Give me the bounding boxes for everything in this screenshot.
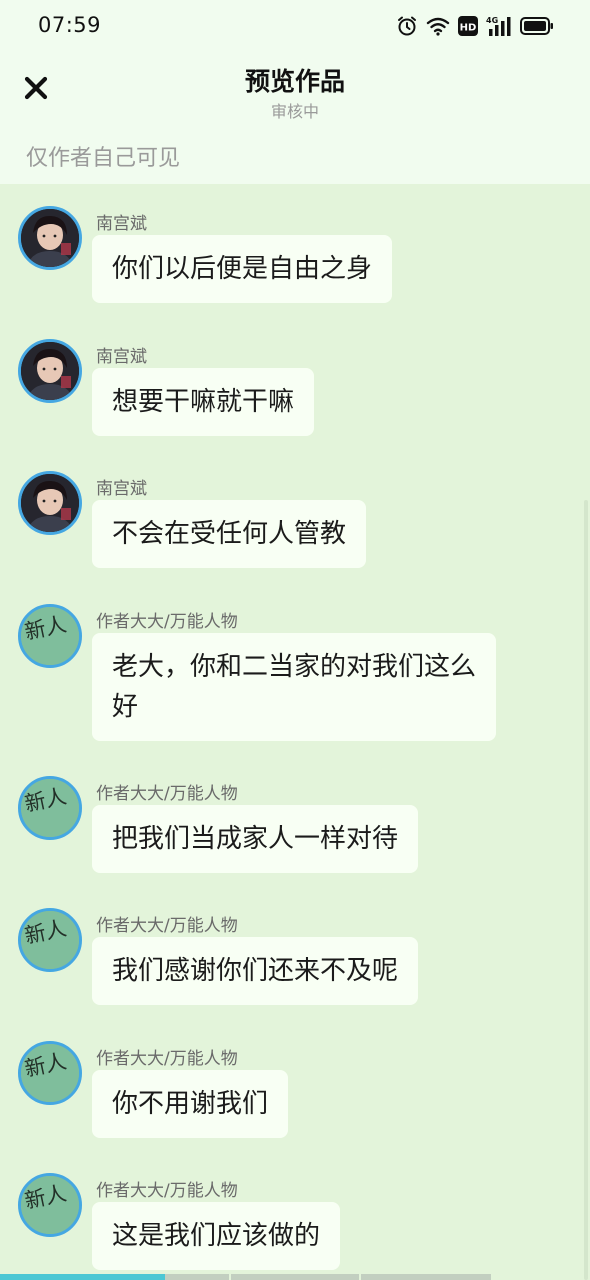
progress-segment: [361, 1274, 491, 1280]
hd-icon: HD: [458, 16, 478, 36]
message-bubble[interactable]: 把我们当成家人一样对待: [92, 805, 419, 873]
progress-fill: [0, 1274, 165, 1280]
alarm-icon: [396, 15, 418, 37]
hd-label: HD: [460, 23, 477, 34]
chat-list[interactable]: 南宫斌 你们以后便是自由之身 南宫斌 想要干嘛就干嘛 南宫斌 不会在受任何人管教…: [0, 184, 590, 1274]
page-title: 预览作品: [244, 67, 345, 96]
sender-name: 作者大大/万能人物: [96, 612, 238, 632]
visibility-note: 仅作者自己可见: [26, 146, 181, 171]
sender-name: 作者大大/万能人物: [96, 916, 238, 936]
sender-name: 作者大大/万能人物: [96, 1181, 238, 1201]
wifi-icon: [426, 16, 450, 36]
message-bubble[interactable]: 想要干嘛就干嘛: [92, 368, 315, 436]
message-bubble[interactable]: 不会在受任何人管教: [92, 500, 367, 568]
status-icons: HD 4G: [396, 13, 554, 39]
new-badge-avatar[interactable]: 新人: [18, 776, 82, 840]
photo-avatar[interactable]: [18, 339, 82, 403]
progress-segment: [231, 1274, 359, 1280]
message-bubble[interactable]: 老大，你和二当家的对我们这么好: [92, 633, 496, 741]
reading-progress: [0, 1274, 590, 1280]
message-bubble[interactable]: 这是我们应该做的: [92, 1202, 341, 1270]
sender-name: 南宫斌: [96, 347, 147, 367]
sender-name: 南宫斌: [96, 214, 147, 234]
signal-4g-icon: 4G: [486, 15, 512, 37]
new-badge-avatar[interactable]: 新人: [18, 908, 82, 972]
message-bubble[interactable]: 我们感谢你们还来不及呢: [92, 937, 419, 1005]
review-status: 审核中: [270, 102, 319, 121]
photo-avatar[interactable]: [18, 206, 82, 270]
nav-bar: 预览作品 审核中: [0, 52, 590, 132]
sender-name: 作者大大/万能人物: [96, 1049, 238, 1069]
photo-avatar[interactable]: [18, 471, 82, 535]
new-badge-avatar[interactable]: 新人: [18, 604, 82, 668]
progress-segment: [165, 1274, 229, 1280]
message-bubble[interactable]: 你不用谢我们: [92, 1070, 289, 1138]
status-time: 07:59: [38, 13, 102, 37]
network-label: 4G: [486, 16, 498, 25]
battery-icon: [520, 16, 554, 36]
sender-name: 作者大大/万能人物: [96, 784, 238, 804]
message-bubble[interactable]: 你们以后便是自由之身: [92, 235, 393, 303]
status-bar: 07:59 HD 4G: [0, 0, 590, 52]
sender-name: 南宫斌: [96, 479, 147, 499]
header-area: 07:59 HD 4G 预览作品 审核中 仅作者自己可见: [0, 0, 590, 184]
new-badge-avatar[interactable]: 新人: [18, 1173, 82, 1237]
scrollbar[interactable]: [584, 500, 588, 1280]
new-badge-avatar[interactable]: 新人: [18, 1041, 82, 1105]
